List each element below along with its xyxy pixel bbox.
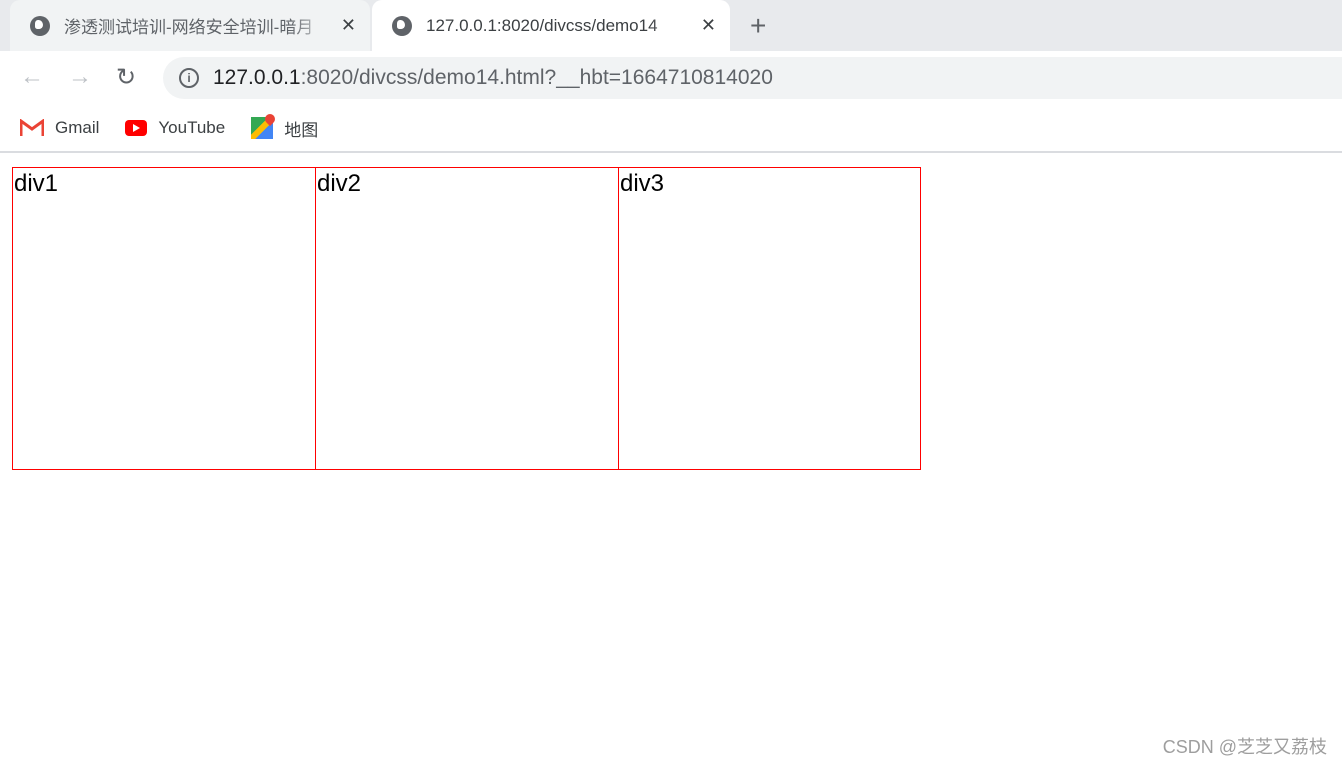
bookmark-maps[interactable]: 地图 [251, 116, 318, 141]
url-text: 127.0.0.1:8020/divcss/demo14.html?__hbt=… [213, 66, 773, 90]
globe-icon [392, 15, 412, 36]
box-label: div2 [317, 170, 362, 197]
bookmark-label: YouTube [158, 118, 226, 137]
tab-title: 127.0.0.1:8020/divcss/demo14 [426, 15, 658, 35]
bookmark-label: 地图 [284, 120, 319, 140]
youtube-icon [125, 120, 148, 136]
tab-strip: 渗透测试培训-网络安全培训-暗月 ✕ 127.0.0.1:8020/divcss… [0, 0, 1342, 51]
address-bar[interactable]: i 127.0.0.1:8020/divcss/demo14.html?__hb… [163, 57, 1342, 99]
globe-icon [30, 15, 50, 36]
maps-icon [251, 117, 274, 139]
close-icon[interactable]: ✕ [341, 15, 356, 36]
toolbar: ← → ↻ i 127.0.0.1:8020/divcss/demo14.htm… [0, 51, 1342, 105]
new-tab-button[interactable]: + [750, 10, 766, 42]
div1-box: div1 [12, 167, 316, 470]
tab-inactive[interactable]: 渗透测试培训-网络安全培训-暗月 ✕ [10, 0, 370, 51]
tab-title: 渗透测试培训-网络安全培训-暗月 [64, 18, 314, 37]
forward-button[interactable]: → [68, 63, 92, 91]
info-icon[interactable]: i [179, 68, 199, 88]
tab-active[interactable]: 127.0.0.1:8020/divcss/demo14 ✕ [372, 0, 730, 51]
url-path: :8020/divcss/demo14.html?__hbt=166471081… [300, 66, 773, 89]
close-icon[interactable]: ✕ [701, 15, 716, 36]
box-label: div1 [14, 170, 59, 197]
div2-box: div2 [315, 167, 619, 470]
bookmark-gmail[interactable]: Gmail [20, 118, 99, 138]
div3-box: div3 [618, 167, 921, 470]
box-label: div3 [620, 170, 665, 197]
bookmarks-bar: Gmail YouTube 地图 [0, 105, 1342, 153]
bookmark-label: Gmail [55, 118, 100, 137]
back-button[interactable]: ← [20, 63, 44, 91]
url-host: 127.0.0.1 [213, 66, 301, 89]
bookmark-youtube[interactable]: YouTube [125, 118, 225, 138]
gmail-icon [20, 119, 44, 136]
watermark: CSDN @芝芝又荔枝 [1162, 737, 1327, 757]
reload-button[interactable]: ↻ [116, 63, 136, 92]
